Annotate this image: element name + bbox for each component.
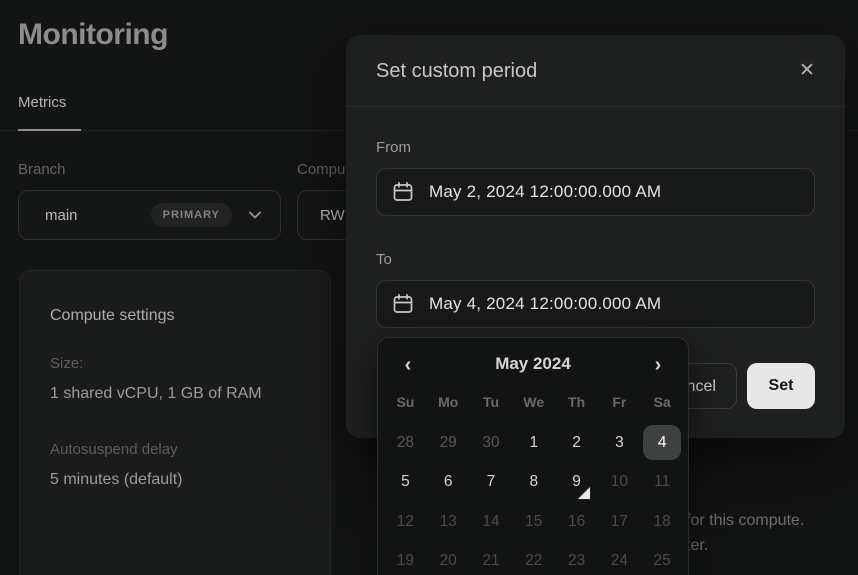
calendar-day[interactable]: 3 [598,423,641,463]
primary-badge: PRIMARY [151,203,232,227]
calendar-grid: 2829301234567891011121314151617181920212… [384,423,684,575]
calendar-day: 14 [470,502,513,542]
calendar-day[interactable]: 4 [641,423,684,463]
compute-select-value: RW [320,207,345,224]
weekday-label: Th [555,394,598,410]
calendar-day: 13 [427,502,470,542]
calendar-day: 23 [555,542,598,575]
calendar-weekdays: SuMoTuWeThFrSa [384,394,684,410]
calendar-popup: ‹ May 2024 › SuMoTuWeThFrSa 282930123456… [377,337,689,575]
weekday-label: Su [384,394,427,410]
calendar-day: 21 [470,542,513,575]
calendar-day[interactable]: 28 [384,423,427,463]
calendar-day[interactable]: 2 [555,423,598,463]
close-icon[interactable]: ✕ [789,35,825,107]
calendar-icon [391,292,415,316]
calendar-day: 15 [512,502,555,542]
modal-title: Set custom period [376,35,537,107]
weekday-label: Sa [641,394,684,410]
calendar-day[interactable]: 6 [427,463,470,503]
from-date-value: May 2, 2024 12:00:00.000 AM [429,182,661,202]
chevron-down-icon [248,208,262,222]
calendar-month-title: May 2024 [378,354,688,374]
calendar-day[interactable]: 5 [384,463,427,503]
calendar-day: 19 [384,542,427,575]
calendar-day: 24 [598,542,641,575]
calendar-icon [391,180,415,204]
weekday-label: Mo [427,394,470,410]
calendar-day[interactable]: 30 [470,423,513,463]
page-title: Monitoring [18,18,168,52]
next-month-button[interactable]: › [644,350,672,380]
to-label: To [376,251,392,268]
branch-label: Branch [18,161,66,178]
to-date-value: May 4, 2024 12:00:00.000 AM [429,294,661,314]
calendar-day: 25 [641,542,684,575]
background-text-line2: ter. [686,537,708,555]
mouse-cursor [578,487,590,499]
size-label: Size: [50,355,83,372]
background-text-line1: for this compute. [686,512,804,530]
calendar-day[interactable]: 8 [512,463,555,503]
monitoring-page: Monitoring Metrics Branch main PRIMARY C… [0,0,858,575]
calendar-day: 12 [384,502,427,542]
calendar-day: 18 [641,502,684,542]
calendar-day[interactable]: 29 [427,423,470,463]
tab-metrics[interactable]: Metrics [18,94,66,111]
calendar-day: 11 [641,463,684,503]
calendar-day: 16 [555,502,598,542]
tab-metrics-underline [18,129,81,131]
weekday-label: We [512,394,555,410]
calendar-day[interactable]: 7 [470,463,513,503]
calendar-day: 10 [598,463,641,503]
branch-select[interactable]: main PRIMARY [18,190,281,240]
autosuspend-label: Autosuspend delay [50,441,178,458]
to-date-input[interactable]: May 4, 2024 12:00:00.000 AM [376,280,815,328]
calendar-day: 20 [427,542,470,575]
calendar-day: 22 [512,542,555,575]
from-label: From [376,139,411,156]
calendar-day: 17 [598,502,641,542]
branch-select-value: main [45,207,78,224]
compute-card-title: Compute settings [50,307,175,325]
modal-header: Set custom period ✕ [346,35,845,107]
weekday-label: Tu [470,394,513,410]
set-button[interactable]: Set [747,363,815,409]
from-date-input[interactable]: May 2, 2024 12:00:00.000 AM [376,168,815,216]
calendar-day[interactable]: 9 [555,463,598,503]
compute-settings-card: Compute settings Size: 1 shared vCPU, 1 … [19,270,331,575]
size-value: 1 shared vCPU, 1 GB of RAM [50,385,262,403]
weekday-label: Fr [598,394,641,410]
calendar-day[interactable]: 1 [512,423,555,463]
autosuspend-value: 5 minutes (default) [50,471,183,489]
